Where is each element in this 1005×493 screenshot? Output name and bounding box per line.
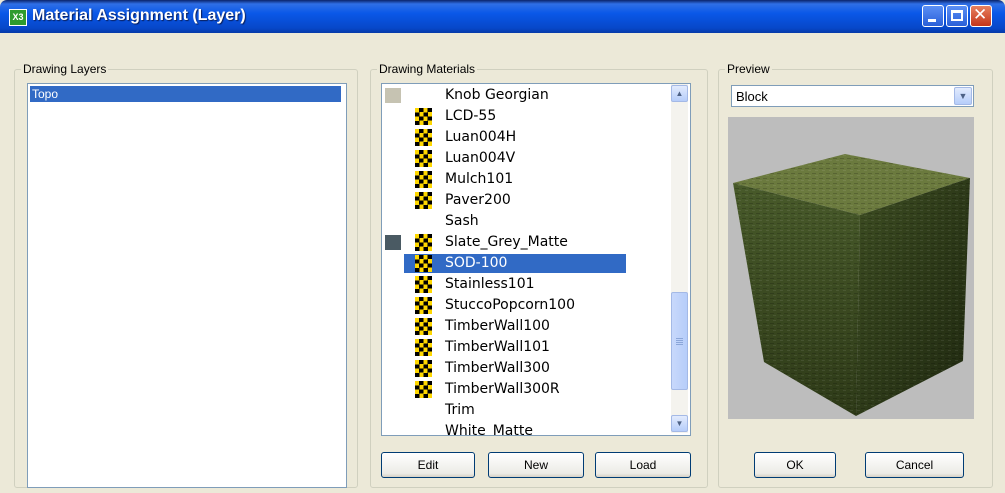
color-swatch bbox=[385, 88, 401, 103]
cube-right-texture bbox=[856, 178, 970, 416]
texture-checker-icon bbox=[415, 297, 432, 314]
scroll-down-button[interactable]: ▼ bbox=[671, 415, 688, 432]
material-item[interactable]: White_Matte bbox=[382, 421, 670, 436]
minimize-button[interactable] bbox=[922, 5, 944, 27]
material-name: Slate_Grey_Matte bbox=[445, 234, 568, 250]
chevron-down-icon: ▼ bbox=[958, 91, 968, 101]
materials-scrollbar[interactable]: ▲ ▼ bbox=[671, 84, 688, 433]
material-name: Luan004H bbox=[445, 129, 517, 145]
preview-shape-value: Block bbox=[736, 89, 768, 104]
x-app-icon: X3 bbox=[9, 9, 27, 26]
texture-checker-icon bbox=[415, 339, 432, 356]
window-title: Material Assignment (Layer) bbox=[32, 7, 246, 24]
material-name: Mulch101 bbox=[445, 171, 514, 187]
drawing-layers-label: Drawing Layers bbox=[21, 62, 109, 76]
material-item[interactable]: Paver200 bbox=[382, 190, 670, 211]
title-bar[interactable]: X3 Material Assignment (Layer) ✕ bbox=[0, 0, 1005, 33]
material-item[interactable]: StuccoPopcorn100 bbox=[382, 295, 670, 316]
new-button[interactable]: New bbox=[488, 452, 584, 478]
material-item[interactable]: TimberWall101 bbox=[382, 337, 670, 358]
material-name: Paver200 bbox=[445, 192, 511, 208]
material-name: SOD-100 bbox=[404, 254, 626, 273]
cancel-button[interactable]: Cancel bbox=[865, 452, 964, 478]
dropdown-button[interactable]: ▼ bbox=[954, 87, 972, 105]
texture-checker-icon bbox=[415, 150, 432, 167]
minimize-icon bbox=[928, 19, 936, 22]
layers-list[interactable]: Topo bbox=[27, 83, 347, 488]
material-name: Knob Georgian bbox=[445, 87, 549, 103]
material-item[interactable]: Luan004H bbox=[382, 127, 670, 148]
material-name: LCD-55 bbox=[445, 108, 497, 124]
material-item[interactable]: Slate_Grey_Matte bbox=[382, 232, 670, 253]
cube-left-texture bbox=[733, 183, 860, 416]
material-name: TimberWall300 bbox=[445, 360, 550, 376]
materials-list[interactable]: Knob Georgian LCD-55 Luan004H Luan004V Mulch… bbox=[381, 83, 691, 436]
material-item[interactable]: Trim bbox=[382, 400, 670, 421]
close-icon: ✕ bbox=[973, 5, 988, 25]
texture-checker-icon bbox=[415, 171, 432, 188]
texture-checker-icon bbox=[415, 129, 432, 146]
layer-item-topo[interactable]: Topo bbox=[30, 86, 341, 102]
close-button[interactable]: ✕ bbox=[970, 5, 992, 27]
material-preview bbox=[728, 117, 974, 419]
edit-button[interactable]: Edit bbox=[381, 452, 475, 478]
texture-checker-icon bbox=[415, 360, 432, 377]
maximize-button[interactable] bbox=[946, 5, 968, 27]
texture-checker-icon bbox=[415, 255, 432, 272]
maximize-icon bbox=[951, 10, 963, 21]
material-name: Sash bbox=[445, 213, 479, 229]
material-item[interactable]: LCD-55 bbox=[382, 106, 670, 127]
material-name: StuccoPopcorn100 bbox=[445, 297, 575, 313]
material-item[interactable]: TimberWall300 bbox=[382, 358, 670, 379]
material-item[interactable]: TimberWall300R bbox=[382, 379, 670, 400]
material-name: TimberWall300R bbox=[445, 381, 560, 397]
material-item[interactable]: Stainless101 bbox=[382, 274, 670, 295]
material-name: White_Matte bbox=[445, 423, 533, 436]
preview-cube bbox=[733, 154, 970, 416]
material-item[interactable]: Luan004V bbox=[382, 148, 670, 169]
material-name: Luan004V bbox=[445, 150, 516, 166]
texture-checker-icon bbox=[415, 108, 432, 125]
grip-icon bbox=[676, 338, 683, 339]
chevron-up-icon: ▲ bbox=[675, 89, 684, 98]
preview-label: Preview bbox=[725, 62, 772, 76]
chevron-down-icon: ▼ bbox=[675, 419, 684, 428]
texture-checker-icon bbox=[415, 318, 432, 335]
material-name: TimberWall101 bbox=[445, 339, 550, 355]
texture-checker-icon bbox=[415, 276, 432, 293]
load-button[interactable]: Load bbox=[595, 452, 691, 478]
preview-shape-select[interactable]: Block ▼ bbox=[731, 85, 974, 107]
scroll-up-button[interactable]: ▲ bbox=[671, 85, 688, 102]
material-name: TimberWall100 bbox=[445, 318, 550, 334]
ok-button[interactable]: OK bbox=[754, 452, 836, 478]
scroll-thumb[interactable] bbox=[671, 292, 688, 390]
material-name: Trim bbox=[445, 402, 475, 418]
material-item[interactable]: SOD-100 bbox=[382, 253, 670, 274]
material-item[interactable]: Mulch101 bbox=[382, 169, 670, 190]
material-item[interactable]: TimberWall100 bbox=[382, 316, 670, 337]
texture-checker-icon bbox=[415, 234, 432, 251]
texture-checker-icon bbox=[415, 381, 432, 398]
drawing-materials-label: Drawing Materials bbox=[377, 62, 478, 76]
material-item[interactable]: Sash bbox=[382, 211, 670, 232]
color-swatch bbox=[385, 235, 401, 250]
texture-checker-icon bbox=[415, 192, 432, 209]
material-item[interactable]: Knob Georgian bbox=[382, 85, 670, 106]
material-name: Stainless101 bbox=[445, 276, 535, 292]
